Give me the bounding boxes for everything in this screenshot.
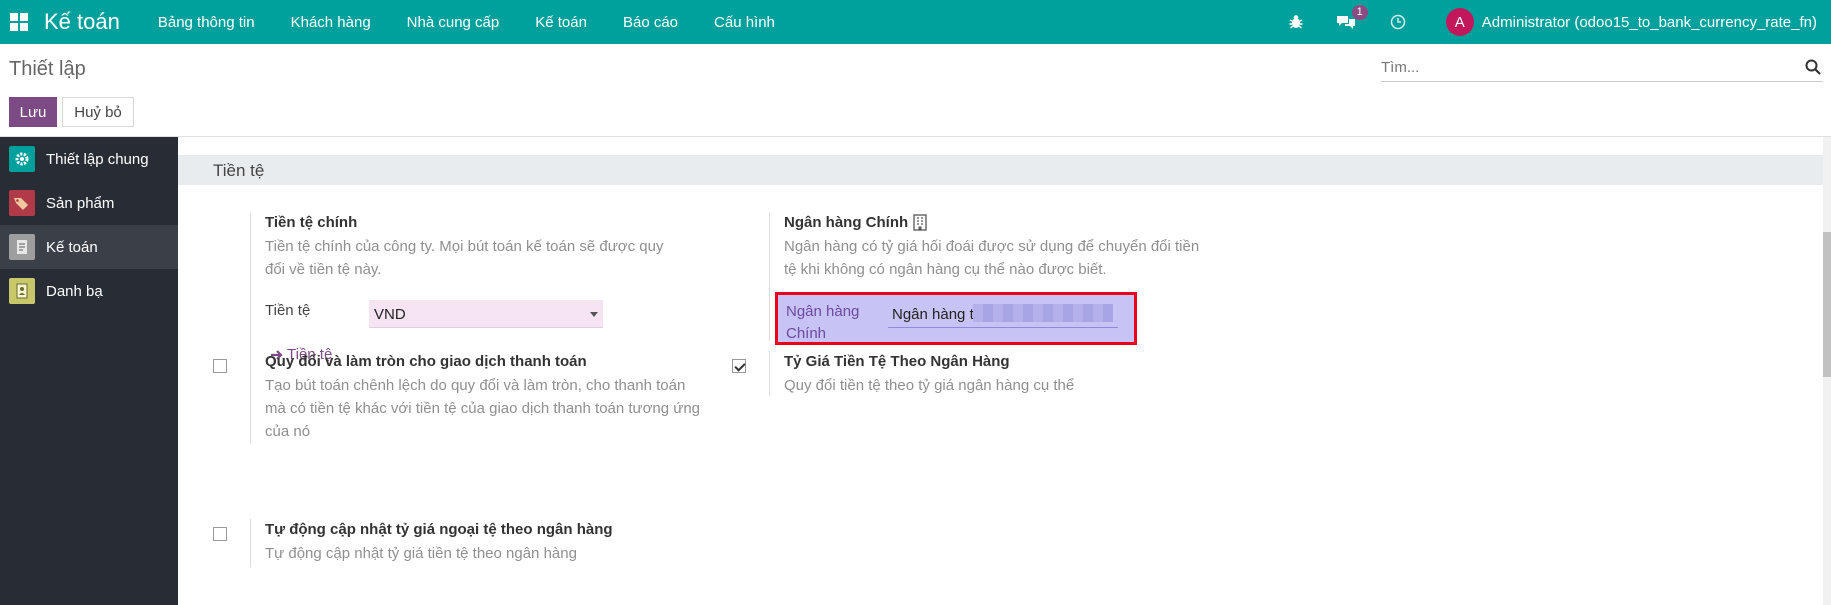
rounding-checkbox[interactable] [213,359,227,373]
main-currency-title: Tiền tệ chính [265,214,358,231]
main-bank-label-line1: Ngân hàng [786,303,860,320]
menu-reporting[interactable]: Báo cáo [623,14,678,31]
sidebar-item-contacts[interactable]: Danh bạ [0,269,178,313]
section-title: Tiền tệ [213,161,265,180]
bank-rate-checkbox[interactable] [732,359,746,373]
contacts-icon [9,278,35,304]
settings-sidebar: Thiết lập chung Sản phẩm Kế toán Danh bạ [0,137,178,605]
search-icon[interactable] [1805,59,1821,80]
scrollbar[interactable] [1823,137,1831,605]
divider [250,213,251,367]
input-underline [888,327,1118,328]
bank-rate-desc: Quy đổi tiền tệ theo tỷ giá ngân hàng cụ… [784,377,1075,394]
redacted-blur [973,304,1113,322]
settings-main: Tiền tệ Tiền tệ chính Tiền tệ chính của … [178,137,1823,605]
main-currency-desc: Tiền tệ chính của công ty. Mọi bút toán … [265,238,664,278]
auto-update-desc: Tự động cập nhật tỷ giá tiền tệ theo ngâ… [265,545,577,562]
currency-select[interactable]: VND [369,300,603,328]
divider [250,351,251,444]
sidebar-item-accounting[interactable]: Kế toán [0,225,178,269]
menu-accounting[interactable]: Kế toán [535,14,587,31]
main-bank-title: Ngân hàng Chính [784,214,927,231]
sidebar-item-label: Kế toán [46,238,98,256]
search-input[interactable] [1381,54,1781,80]
search-bar [1381,54,1823,82]
messages-badge: 1 [1351,5,1368,20]
invoice-icon [9,234,35,260]
main-bank-input[interactable]: Ngân hàng t [892,306,974,323]
auto-update-title: Tự động cập nhật tỷ giá ngoại tệ theo ng… [265,521,613,538]
apps-menu-icon[interactable] [10,13,28,31]
company-building-icon [913,214,927,231]
menu-vendors[interactable]: Nhà cung cấp [407,14,500,31]
page-title: Thiết lập [9,58,86,80]
sidebar-item-label: Thiết lập chung [46,150,149,168]
main-bank-label-line2: Chính [786,325,827,342]
main-bank-title-text: Ngân hàng Chính [784,214,909,231]
app-brand[interactable]: Kế toán [44,9,120,35]
menu-configuration[interactable]: Cấu hình [714,14,775,31]
sidebar-item-label: Danh bạ [46,282,103,300]
sidebar-item-general-settings[interactable]: Thiết lập chung [0,137,178,181]
save-button[interactable]: Lưu [9,97,57,127]
user-menu[interactable]: Administrator (odoo15_to_bank_currency_r… [1482,14,1817,31]
bank-rate-title: Tỷ Giá Tiền Tệ Theo Ngân Hàng [784,353,1010,370]
messages-icon[interactable]: 1 [1336,5,1368,30]
divider [769,351,770,396]
main-bank-desc: Ngân hàng có tỷ giá hối đoái được sử dụn… [784,238,1200,278]
user-avatar[interactable]: A [1445,8,1474,36]
activity-clock-icon[interactable] [1390,14,1406,30]
scrollbar-thumb[interactable] [1823,232,1831,377]
tag-icon [9,190,35,216]
sidebar-item-products[interactable]: Sản phẩm [0,181,178,225]
divider [769,213,770,341]
divider [250,519,251,567]
section-header: Tiền tệ [178,155,1823,185]
currency-select-value: VND [374,306,406,323]
auto-update-checkbox[interactable] [213,527,227,541]
chevron-down-icon [590,312,598,317]
main-bank-field-label: Ngân hàng Chính [786,301,859,345]
menu-dashboard[interactable]: Bảng thông tin [158,14,255,31]
rounding-desc: Tạo bút toán chênh lệch do quy đổi và là… [265,377,701,440]
main-bank-field-highlight: Ngân hàng Chính Ngân hàng t [775,292,1137,345]
top-navbar: Kế toán Bảng thông tin Khách hàng Nhà cu… [0,0,1831,44]
gear-icon [9,146,35,172]
cancel-button[interactable]: Huỷ bỏ [62,97,134,127]
menu-customers[interactable]: Khách hàng [291,14,371,31]
currency-field-label: Tiền tệ [265,302,311,319]
sidebar-item-label: Sản phẩm [46,194,115,212]
rounding-title: Quy đổi và làm tròn cho giao dịch thanh … [265,353,587,370]
bug-icon[interactable] [1288,14,1304,30]
